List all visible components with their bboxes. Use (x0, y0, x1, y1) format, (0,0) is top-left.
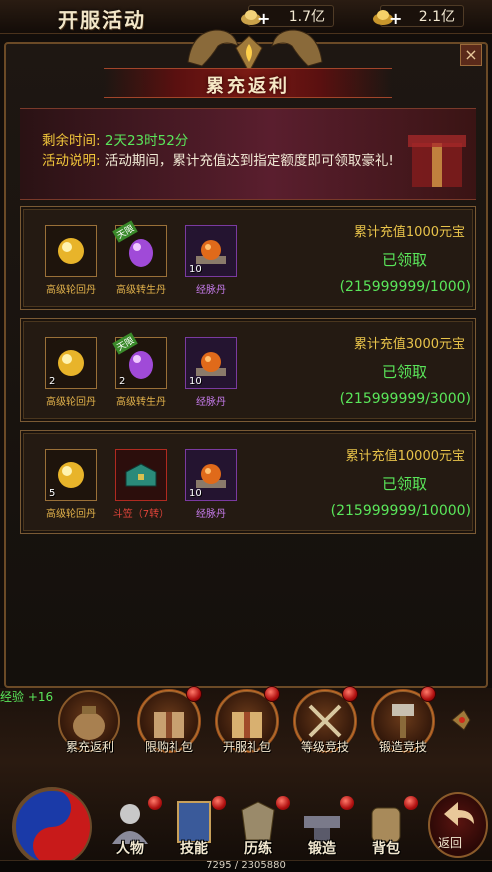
item-name: 高级转生丹 (116, 397, 166, 408)
title-banner: 累充返利 (104, 68, 392, 98)
item-name: 经脉丹 (196, 509, 226, 520)
reward-item-slot[interactable]: 2 (45, 337, 97, 389)
golden-pill-icon (58, 462, 84, 488)
item-name: 经脉丹 (196, 285, 226, 296)
reward-item-slot[interactable]: 天限 (112, 220, 167, 277)
banner-title: 累充返利 (206, 76, 290, 97)
reward-item-slot[interactable] (45, 225, 97, 277)
nav-label: 锻造 (308, 841, 336, 857)
add-gold-icon[interactable]: + (389, 9, 402, 28)
gold-amount: 2.1亿 (418, 9, 455, 25)
tier-title: 累计充值10000元宝 (345, 449, 465, 464)
notification-dot (186, 686, 202, 702)
item-count: 5 (49, 488, 56, 499)
recharge-rebate-window: × 累充返利 剩余时间: 2天23时52分 活动说明: 活动期间，累计充值达到指… (4, 29, 488, 688)
return-arrow-icon (444, 802, 474, 826)
bamboo-hat-chest-icon (125, 463, 157, 487)
description-text: 活动期间，累计充值达到指定额度即可领取豪礼! (104, 153, 394, 169)
menu-label: 开服礼包 (222, 740, 271, 754)
reward-item-slot[interactable]: 10 (185, 225, 237, 277)
notification-dot (340, 796, 354, 810)
item-name: 经脉丹 (196, 397, 226, 408)
notification-dot (342, 686, 358, 702)
dragon-ornament-icon (187, 29, 239, 67)
exp-gain-text: 经验 +16 (0, 690, 54, 704)
remaining-time-label: 剩余时间: (42, 133, 101, 149)
claim-status: 已领取 (381, 475, 427, 493)
reward-item-slot[interactable]: 天限 2 (112, 332, 167, 389)
remaining-time-row: 剩余时间: 2天23时52分 (42, 129, 188, 149)
top-bar: 开服活动 + 1.7亿 + 2.1亿 (0, 0, 492, 34)
gold-resource: + 2.1亿 (373, 5, 464, 28)
menu-label: 限购礼包 (144, 740, 193, 754)
item-name: 高级轮回丹 (46, 285, 96, 296)
claim-status: 已领取 (381, 363, 427, 381)
item-name: 高级轮回丹 (46, 509, 96, 520)
description-label: 活动说明: (42, 153, 101, 169)
notification-dot (420, 686, 436, 702)
arrow-right-icon[interactable] (446, 706, 474, 734)
tier-title: 累计充值1000元宝 (353, 225, 465, 240)
gift-box-icon (408, 135, 466, 187)
nav-label: 背包 (372, 841, 400, 857)
item-name: 斗笠（7转） (112, 509, 170, 520)
item-name: 高级轮回丹 (46, 397, 96, 408)
reward-tier-card: 2 高级轮回丹 天限 2 高级转生丹 10 经脉丹 累计充值3000元宝 已领取… (20, 318, 476, 422)
menu-label: 等级竞技 (300, 740, 349, 754)
item-count: 10 (189, 488, 202, 499)
reward-tier-card: 高级轮回丹 天限 高级转生丹 10 经脉丹 累计充值1000元宝 已领取 (21… (20, 206, 476, 310)
return-label: 返回 (438, 836, 463, 850)
close-button[interactable]: × (460, 44, 482, 66)
menu-label: 锻造竞技 (378, 740, 427, 754)
item-name: 高级转生丹 (116, 285, 166, 296)
recharge-progress: (215999999/10000) (330, 503, 471, 519)
notification-dot (404, 796, 418, 810)
nav-label: 技能 (180, 841, 208, 857)
taiji-orb-icon[interactable] (6, 782, 98, 872)
golden-pill-icon (58, 238, 84, 264)
page-title: 开服活动 (58, 8, 146, 32)
reward-item-slot[interactable] (115, 449, 167, 501)
reward-item-slot[interactable]: 5 (45, 449, 97, 501)
item-count: 2 (49, 376, 56, 387)
notification-dot (212, 796, 226, 810)
menu-label: 累充返利 (65, 740, 114, 754)
notification-dot (276, 796, 290, 810)
reward-item-slot[interactable]: 10 (185, 337, 237, 389)
remaining-time-value: 2天23时52分 (104, 133, 189, 149)
reward-tier-card: 5 高级轮回丹 斗笠（7转） 10 经脉丹 累计充值10000元宝 已领取 (2… (20, 430, 476, 534)
exp-bar-text: 7295 / 2305880 (206, 860, 286, 871)
notification-dot (148, 796, 162, 810)
claim-status: 已领取 (381, 251, 427, 269)
dragon-ornament-icon (271, 29, 323, 67)
item-count: 2 (119, 376, 126, 387)
recharge-progress: (215999999/3000) (339, 391, 471, 407)
nav-label: 历练 (244, 841, 272, 857)
item-count: 10 (189, 264, 202, 275)
activity-info-panel: 剩余时间: 2天23时52分 活动说明: 活动期间，累计充值达到指定额度即可领取… (20, 108, 476, 200)
reward-item-slot[interactable]: 10 (185, 449, 237, 501)
item-count: 10 (189, 376, 202, 387)
notification-dot (264, 686, 280, 702)
recharge-progress: (215999999/1000) (339, 279, 471, 295)
description-row: 活动说明: 活动期间，累计充值达到指定额度即可领取豪礼! (42, 149, 394, 169)
tier-title: 累计充值3000元宝 (353, 337, 465, 352)
nav-label: 人物 (116, 841, 144, 857)
golden-pill-icon (58, 350, 84, 376)
